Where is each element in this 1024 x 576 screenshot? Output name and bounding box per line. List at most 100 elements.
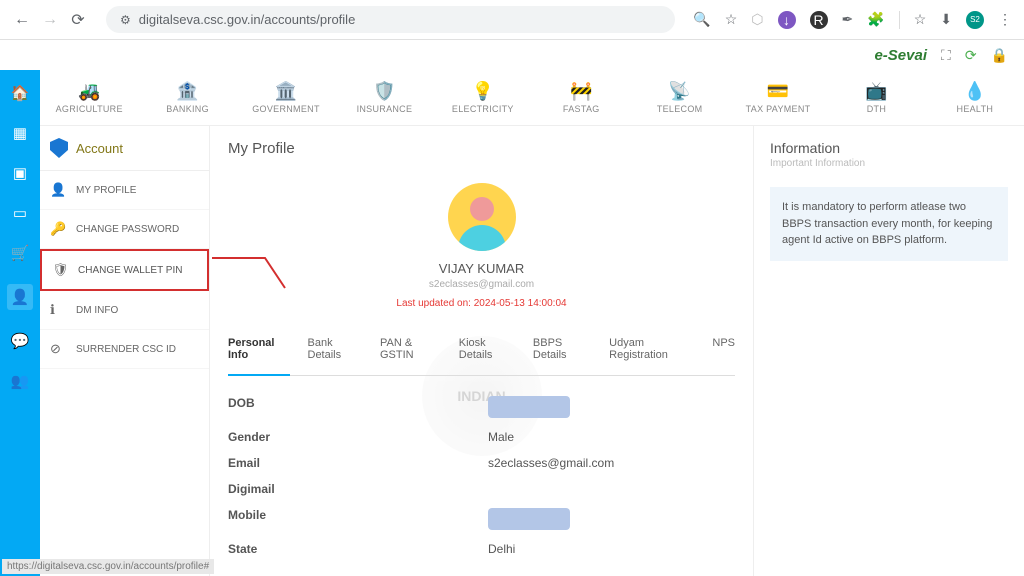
field-label: Digimail xyxy=(228,482,488,496)
field-value xyxy=(488,396,570,418)
field-value: Delhi xyxy=(488,542,515,556)
category-label: GOVERNMENT xyxy=(252,104,320,114)
account-item-icon: 👤 xyxy=(50,182,66,198)
book-icon[interactable]: ▭ xyxy=(13,204,27,222)
shield-icon xyxy=(50,138,68,158)
main-area: Account 👤 MY PROFILE 🔑 CHANGE PASSWORD 🛡 CHAN… xyxy=(40,126,1024,576)
category-insurance[interactable]: 🛡️INSURANCE xyxy=(335,70,433,125)
field-label: Email xyxy=(228,456,488,470)
tab-udyam-registration[interactable]: Udyam Registration xyxy=(609,337,694,367)
profile-email: s2eclasses@gmail.com xyxy=(228,279,735,290)
category-label: HEALTH xyxy=(957,104,994,114)
bookmark-star-icon[interactable]: ☆ xyxy=(725,11,738,28)
category-label: FASTAG xyxy=(563,104,600,114)
account-item-change-wallet-pin[interactable]: 🛡 CHANGE WALLET PIN xyxy=(40,249,209,291)
category-label: AGRICULTURE xyxy=(56,104,123,114)
url-bar[interactable]: ⚙ digitalseva.csc.gov.in/accounts/profil… xyxy=(106,6,675,33)
tab-kiosk-details[interactable]: Kiosk Details xyxy=(459,337,515,367)
category-icon: 💧 xyxy=(964,81,986,102)
account-item-label: CHANGE PASSWORD xyxy=(76,224,179,235)
field-label: State xyxy=(228,542,488,556)
profile-avatar-icon[interactable]: S2 xyxy=(966,11,984,29)
refresh-icon[interactable]: ⟳ xyxy=(965,47,977,64)
category-banking[interactable]: 🏦BANKING xyxy=(138,70,236,125)
extensions-icon[interactable]: 🧩 xyxy=(867,11,884,28)
category-agriculture[interactable]: 🚜AGRICULTURE xyxy=(40,70,138,125)
account-item-icon: 🔑 xyxy=(50,221,66,237)
account-title: Account xyxy=(76,141,123,156)
category-health[interactable]: 💧 HEALTH xyxy=(926,70,1024,125)
browser-bar: ← → ⟳ ⚙ digitalseva.csc.gov.in/accounts/… xyxy=(0,0,1024,40)
tab-nps[interactable]: NPS xyxy=(712,337,735,367)
field-value: s2eclasses@gmail.com xyxy=(488,456,614,470)
zoom-icon[interactable]: 🔍 xyxy=(693,11,710,28)
profile-tabs: Personal Info Bank Details PAN & GSTIN Kios… xyxy=(228,337,735,376)
tab-personal-info[interactable]: Personal Info xyxy=(228,337,290,376)
ext1-icon[interactable]: ⬡ xyxy=(751,11,763,28)
category-bar: 🚜AGRICULTURE🏦BANKING 🏛️ GOVERNMENT 🛡️INSURA… xyxy=(40,70,1024,126)
back-button[interactable]: ← xyxy=(12,10,32,30)
account-item-change-password[interactable]: 🔑 CHANGE PASSWORD xyxy=(40,210,209,249)
category-icon: 🏛️ xyxy=(275,81,297,102)
user-icon[interactable]: 👤 xyxy=(7,284,34,310)
category-icon: 🚧 xyxy=(570,81,592,102)
avatar xyxy=(448,183,516,251)
info-title: Information xyxy=(770,140,1008,156)
site-settings-icon[interactable]: ⚙ xyxy=(120,13,131,27)
account-item-my-profile[interactable]: 👤 MY PROFILE xyxy=(40,171,209,210)
field-row: DOB xyxy=(228,390,735,424)
profile-panel: My Profile INDIAN VIJAY KUMAR s2eclasses… xyxy=(210,126,754,576)
browser-toolbar: 🔍 ☆ ⬡ ↓ R ✒ 🧩 ☆ ⬇ S2 ⋮ xyxy=(693,11,1012,29)
ext2-icon[interactable]: ↓ xyxy=(778,11,796,29)
account-item-label: CHANGE WALLET PIN xyxy=(78,265,182,276)
reload-button[interactable]: ⟳ xyxy=(68,10,88,30)
account-item-surrender-csc-id[interactable]: ⊘ SURRENDER CSC ID xyxy=(40,330,209,369)
category-government[interactable]: 🏛️ GOVERNMENT xyxy=(237,70,335,125)
category-icon: 📺 xyxy=(865,81,887,102)
ext3-icon[interactable]: R xyxy=(810,11,828,29)
profile-name: VIJAY KUMAR xyxy=(228,261,735,276)
category-label: TELECOM xyxy=(657,104,703,114)
category-dth[interactable]: 📺DTH xyxy=(827,70,925,125)
wallet-icon[interactable]: ▣ xyxy=(13,164,27,182)
profile-updated: Last updated on: 2024-05-13 14:00:04 xyxy=(228,298,735,309)
group-icon[interactable]: 👥 xyxy=(11,372,30,390)
field-row: Emails2eclasses@gmail.com xyxy=(228,450,735,476)
category-fastag[interactable]: 🚧 FASTAG xyxy=(532,70,630,125)
field-row: StateDelhi xyxy=(228,536,735,562)
account-nav: Account 👤 MY PROFILE 🔑 CHANGE PASSWORD 🛡 CHAN… xyxy=(40,126,210,576)
more-menu-icon[interactable]: ⋮ xyxy=(998,11,1012,28)
tab-pan-gstin[interactable]: PAN & GSTIN xyxy=(380,337,441,367)
profile-fields: DOBGenderMaleEmails2eclasses@gmail.comDi… xyxy=(228,390,735,562)
account-item-label: DM INFO xyxy=(76,305,118,316)
field-row: Digimail xyxy=(228,476,735,502)
category-label: TAX PAYMENT xyxy=(746,104,811,114)
dropper-icon[interactable]: ✒ xyxy=(842,11,854,28)
left-sidebar: 🏠 ▦ ▣ ▭ 🛒 👤 💬 👥 xyxy=(0,70,40,576)
bookmark2-icon[interactable]: ☆ xyxy=(914,11,927,28)
account-item-dm-info[interactable]: ℹDM INFO xyxy=(40,291,209,330)
category-label: ELECTRICITY xyxy=(452,104,514,114)
account-item-icon: ⊘ xyxy=(50,341,66,357)
fullscreen-icon[interactable]: ⛶ xyxy=(941,47,951,64)
grid-icon[interactable]: ▦ xyxy=(13,124,27,142)
field-value: Male xyxy=(488,430,514,444)
top-brand-bar: e-Sevai ⛶ ⟳ 🔒 xyxy=(0,40,1024,70)
field-label: Gender xyxy=(228,430,488,444)
field-label: Mobile xyxy=(228,508,488,530)
account-item-icon: 🛡 xyxy=(52,262,68,278)
account-item-label: SURRENDER CSC ID xyxy=(76,344,176,355)
cart-icon[interactable]: 🛒 xyxy=(11,244,30,262)
download-icon[interactable]: ⬇ xyxy=(940,11,952,28)
account-item-label: MY PROFILE xyxy=(76,185,136,196)
tab-bbps-details[interactable]: BBPS Details xyxy=(533,337,591,367)
forward-button[interactable]: → xyxy=(40,10,60,30)
category-telecom[interactable]: 📡TELECOM xyxy=(630,70,728,125)
info-panel: Information Important Information It is … xyxy=(754,126,1024,576)
category-electricity[interactable]: 💡ELECTRICITY xyxy=(434,70,532,125)
lock-icon[interactable]: 🔒 xyxy=(991,47,1008,64)
chat-icon[interactable]: 💬 xyxy=(11,332,30,350)
home-icon[interactable]: 🏠 xyxy=(11,84,30,102)
category-tax payment[interactable]: 💳TAX PAYMENT xyxy=(729,70,827,125)
tab-bank-details[interactable]: Bank Details xyxy=(308,337,363,367)
